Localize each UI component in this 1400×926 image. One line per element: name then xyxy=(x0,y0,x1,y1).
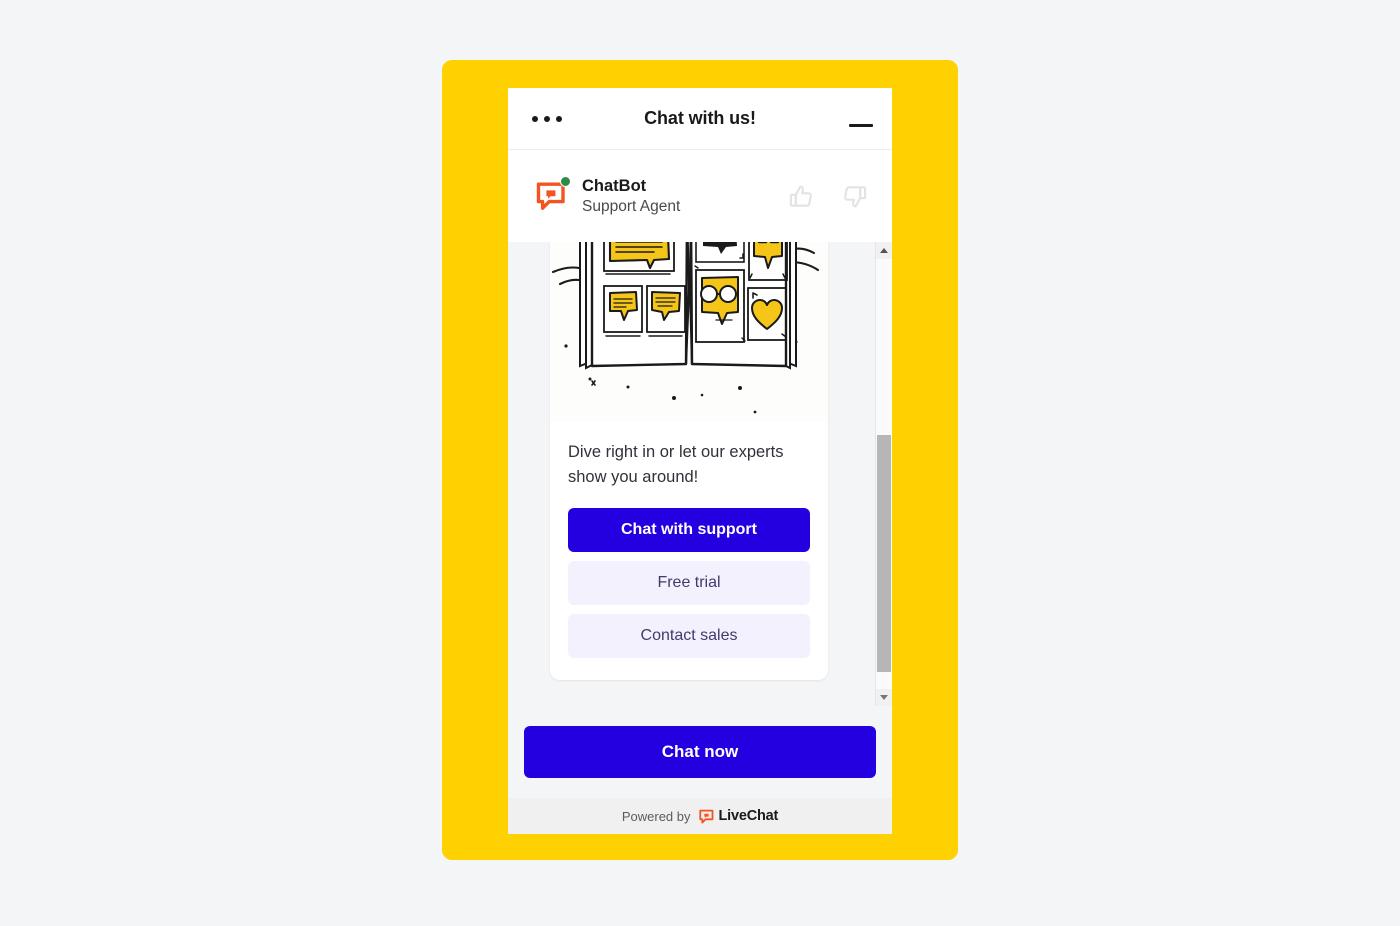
chat-widget: Chat with us! ChatBot Support Agent Dive… xyxy=(508,88,892,834)
page-root: Chat with us! ChatBot Support Agent Dive… xyxy=(0,0,1400,926)
messages-scroll-area: Dive right in or let our experts show yo… xyxy=(508,242,875,706)
rating-controls xyxy=(786,181,870,212)
powered-by-label: Powered by xyxy=(621,808,691,824)
chat-with-support-button[interactable]: Chat with support xyxy=(568,507,810,552)
powered-by-bar[interactable]: Powered by LiveChat xyxy=(508,798,892,834)
agent-name: ChatBot xyxy=(582,176,647,195)
free-trial-button[interactable]: Free trial xyxy=(568,560,810,605)
messages-region: Dive right in or let our experts show yo… xyxy=(508,242,892,706)
agent-identity: ChatBot Support Agent xyxy=(582,176,680,217)
thumbs-up-icon[interactable] xyxy=(786,181,817,212)
scrollbar-track[interactable] xyxy=(876,259,892,689)
card-message-text: Dive right in or let our experts show yo… xyxy=(568,443,784,486)
open-book-speech-bubbles-illustration xyxy=(550,242,828,422)
message-scrollbar[interactable] xyxy=(875,242,892,706)
livechat-brand-name: LiveChat xyxy=(718,808,779,824)
contact-sales-button[interactable]: Contact sales xyxy=(568,613,810,658)
scrollbar-thumb[interactable] xyxy=(877,435,891,672)
chatbot-logo-icon xyxy=(534,176,571,213)
minimize-icon[interactable] xyxy=(846,108,876,130)
chat-now-button[interactable]: Chat now xyxy=(524,726,876,778)
agent-role: Support Agent xyxy=(582,198,681,216)
rich-message-card: Dive right in or let our experts show yo… xyxy=(550,242,828,680)
status-dot-online xyxy=(560,176,571,187)
widget-title: Chat with us! xyxy=(644,108,756,128)
card-body: Dive right in or let our experts show yo… xyxy=(550,422,828,680)
agent-bar: ChatBot Support Agent xyxy=(508,150,892,242)
livechat-logo-icon: LiveChat xyxy=(698,808,779,825)
scroll-down-arrow-icon[interactable] xyxy=(876,689,892,706)
widget-titlebar: Chat with us! xyxy=(508,88,892,150)
thumbs-down-icon[interactable] xyxy=(839,181,870,212)
footer-action-bar: Chat now xyxy=(508,706,892,798)
ellipsis-icon[interactable] xyxy=(526,108,568,130)
scroll-up-arrow-icon[interactable] xyxy=(876,242,892,259)
